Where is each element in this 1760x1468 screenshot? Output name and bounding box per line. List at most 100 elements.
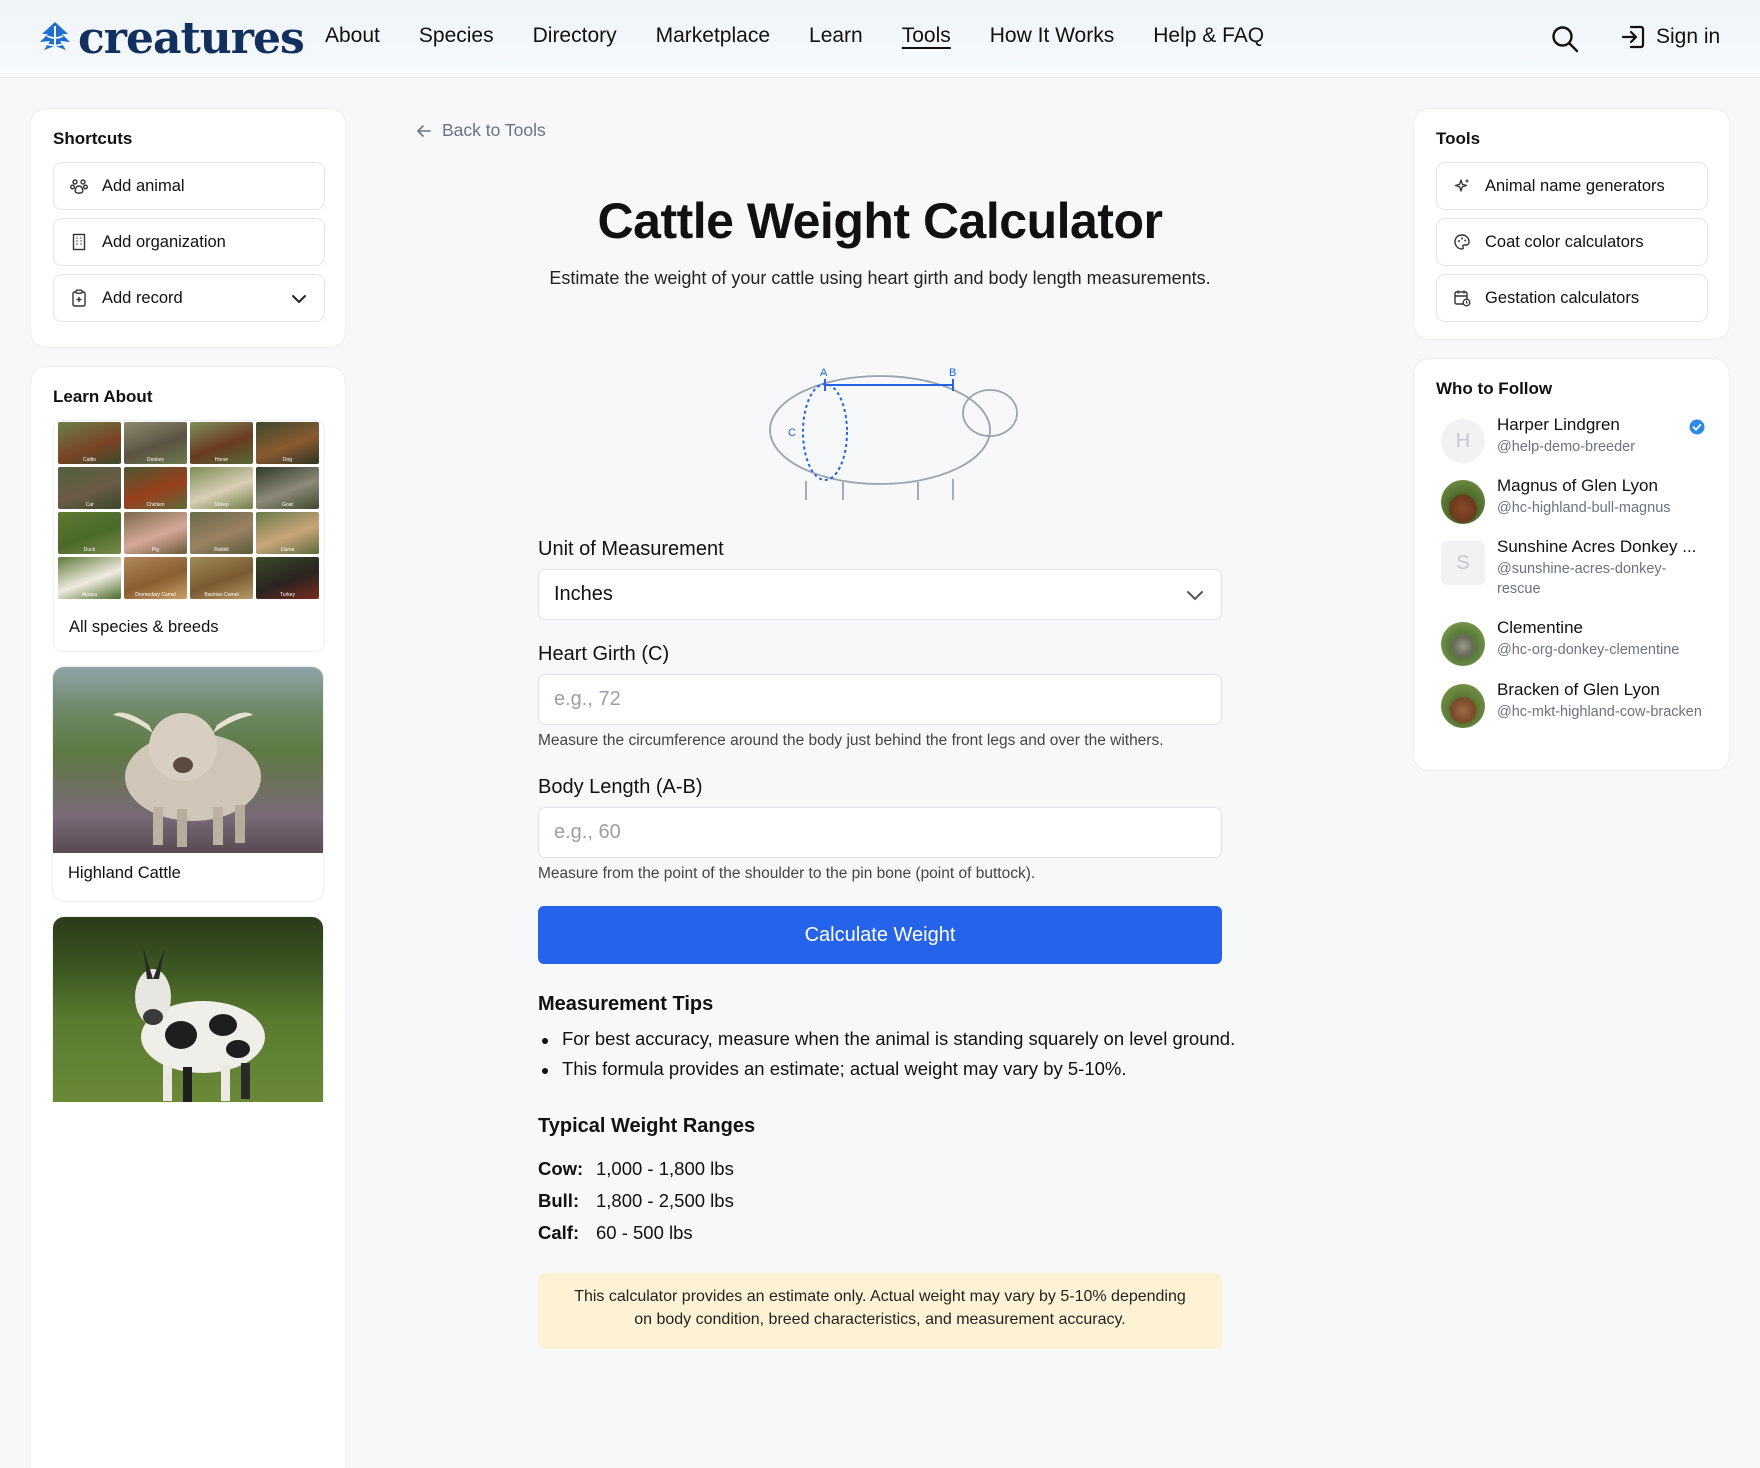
heart-girth-hint: Measure the circumference around the bod… [538,732,1164,749]
feature-card-donkey[interactable] [52,916,324,1102]
nav-how-it-works[interactable]: How It Works [990,24,1114,48]
sparkles-icon [1454,178,1470,192]
cattle-measurement-diagram: A B C [769,367,1018,500]
species-tile-sheep[interactable]: Sheep [190,467,253,509]
body-length-label: Body Length (A-B) [538,776,703,798]
who-to-follow-title: Who to Follow [1436,379,1553,398]
nav-about[interactable]: About [325,24,380,48]
range-row-cow: Cow: 1,000 - 1,800 lbs [538,1158,734,1190]
body-length-hint: Measure from the point of the shoulder t… [538,865,1036,882]
species-tile-bactrian-camel[interactable]: Bactrian Camel [190,557,253,599]
avatar [1441,480,1485,524]
species-tile-alpaca[interactable]: Alpaca [58,557,121,599]
tools-title: Tools [1436,129,1481,148]
logo-icon [40,22,70,54]
diagram-label-c: C [788,427,796,439]
nav-marketplace[interactable]: Marketplace [656,24,770,48]
clipboard-icon [72,289,86,307]
follow-handle: @hc-mkt-highland-cow-bracken [1497,704,1702,720]
logo-text: creatures [78,12,305,64]
species-grid-card[interactable]: Cattle Donkey Horse Dog Cat Chicken Shee… [53,420,325,652]
range-key: Calf: [538,1222,580,1243]
species-tile-turkey[interactable]: Turkey [256,557,319,599]
range-value: 60 - 500 lbs [596,1222,693,1243]
range-key: Cow: [538,1158,584,1179]
diagram-label-b: B [949,367,956,379]
follow-name: Magnus of Glen Lyon [1497,476,1658,495]
tool-label: Animal name generators [1485,176,1665,195]
follow-handle: @help-demo-breeder [1497,439,1636,455]
sign-in-icon [1621,25,1645,49]
nav-species[interactable]: Species [419,24,494,48]
calendar-clock-icon [1454,290,1471,307]
measurement-tips-list: For best accuracy, measure when the anim… [538,1028,1235,1088]
verified-badge-icon [1689,419,1705,435]
species-tile-goat[interactable]: Goat [256,467,319,509]
avatar: S [1441,541,1485,585]
follow-name: Sunshine Acres Donkey ... [1497,537,1697,556]
follow-name: Bracken of Glen Lyon [1497,680,1660,699]
nav-directory[interactable]: Directory [533,24,617,48]
chevron-down-icon [1187,591,1203,601]
avatar [1441,622,1485,666]
species-tile-rabbit[interactable]: Rabbit [190,512,253,554]
nav-tools[interactable]: Tools [902,24,951,48]
spotted-donkey-image [53,917,323,1102]
species-tile-llama[interactable]: Llama [256,512,319,554]
species-tile-chicken[interactable]: Chicken [124,467,187,509]
heart-girth-label: Heart Girth (C) [538,643,670,665]
back-to-tools-label: Back to Tools [442,120,546,140]
tool-gestation-calculators[interactable]: Gestation calculators [1436,274,1708,322]
palette-icon [1454,234,1470,250]
tool-animal-name-generators[interactable]: Animal name generators [1436,162,1708,210]
follow-name: Clementine [1497,618,1583,637]
follow-handle: @hc-highland-bull-magnus [1497,500,1671,516]
range-row-calf: Calf: 60 - 500 lbs [538,1222,734,1254]
site-header: creatures About Species Directory Market… [0,0,1760,78]
range-value: 1,800 - 2,500 lbs [596,1190,734,1211]
follow-handle: @hc-org-donkey-clementine [1497,642,1680,658]
main-nav: About Species Directory Marketplace Lear… [325,24,1303,48]
feature-label-highland-cattle: Highland Cattle [68,864,181,882]
arrow-left-icon [417,124,431,137]
species-tile-dromedary-camel[interactable]: Dromedary Camel [124,557,187,599]
estimate-disclaimer: This calculator provides an estimate onl… [538,1273,1222,1349]
species-tile-dog[interactable]: Dog [256,422,319,464]
diagram-label-a: A [820,367,828,379]
search-icon[interactable] [1550,24,1580,54]
learn-about-title: Learn About [53,387,153,406]
sign-in-button[interactable]: Sign in [1620,24,1720,50]
unit-select[interactable]: Inches [538,569,1222,620]
range-row-bull: Bull: 1,800 - 2,500 lbs [538,1190,734,1222]
species-tile-horse[interactable]: Horse [190,422,253,464]
heart-girth-input[interactable] [538,674,1222,725]
body-length-input[interactable] [538,807,1222,858]
calculate-weight-button[interactable]: Calculate Weight [538,906,1222,964]
add-record-label: Add record [102,288,183,307]
tools-card: Tools Animal name generators Coat color … [1413,108,1730,340]
tool-label: Coat color calculators [1485,232,1644,251]
nav-help-faq[interactable]: Help & FAQ [1153,24,1264,48]
unit-label: Unit of Measurement [538,538,724,560]
tip-item: This formula provides an estimate; actua… [538,1058,1235,1080]
donkey-illustration [135,947,265,1102]
logo[interactable]: creatures [38,12,305,64]
all-species-link[interactable]: All species & breeds [69,618,219,637]
range-value: 1,000 - 1,800 lbs [596,1158,734,1179]
species-tile-cattle[interactable]: Cattle [58,422,121,464]
unit-select-value: Inches [554,583,613,605]
species-tile-duck[interactable]: Duck [58,512,121,554]
species-grid: Cattle Donkey Horse Dog Cat Chicken Shee… [58,422,322,599]
chevron-down-icon [292,295,306,304]
nav-learn[interactable]: Learn [809,24,863,48]
highland-cattle-illustration [113,712,261,847]
species-tile-cat[interactable]: Cat [58,467,121,509]
feature-card-highland-cattle[interactable]: Highland Cattle [52,666,324,902]
avatar: H [1441,419,1485,463]
tool-label: Gestation calculators [1485,288,1640,307]
species-tile-pig[interactable]: Pig [124,512,187,554]
tool-coat-color-calculators[interactable]: Coat color calculators [1436,218,1708,266]
species-tile-donkey[interactable]: Donkey [124,422,187,464]
range-key: Bull: [538,1190,580,1211]
back-to-tools-link[interactable]: Back to Tools [416,120,546,141]
